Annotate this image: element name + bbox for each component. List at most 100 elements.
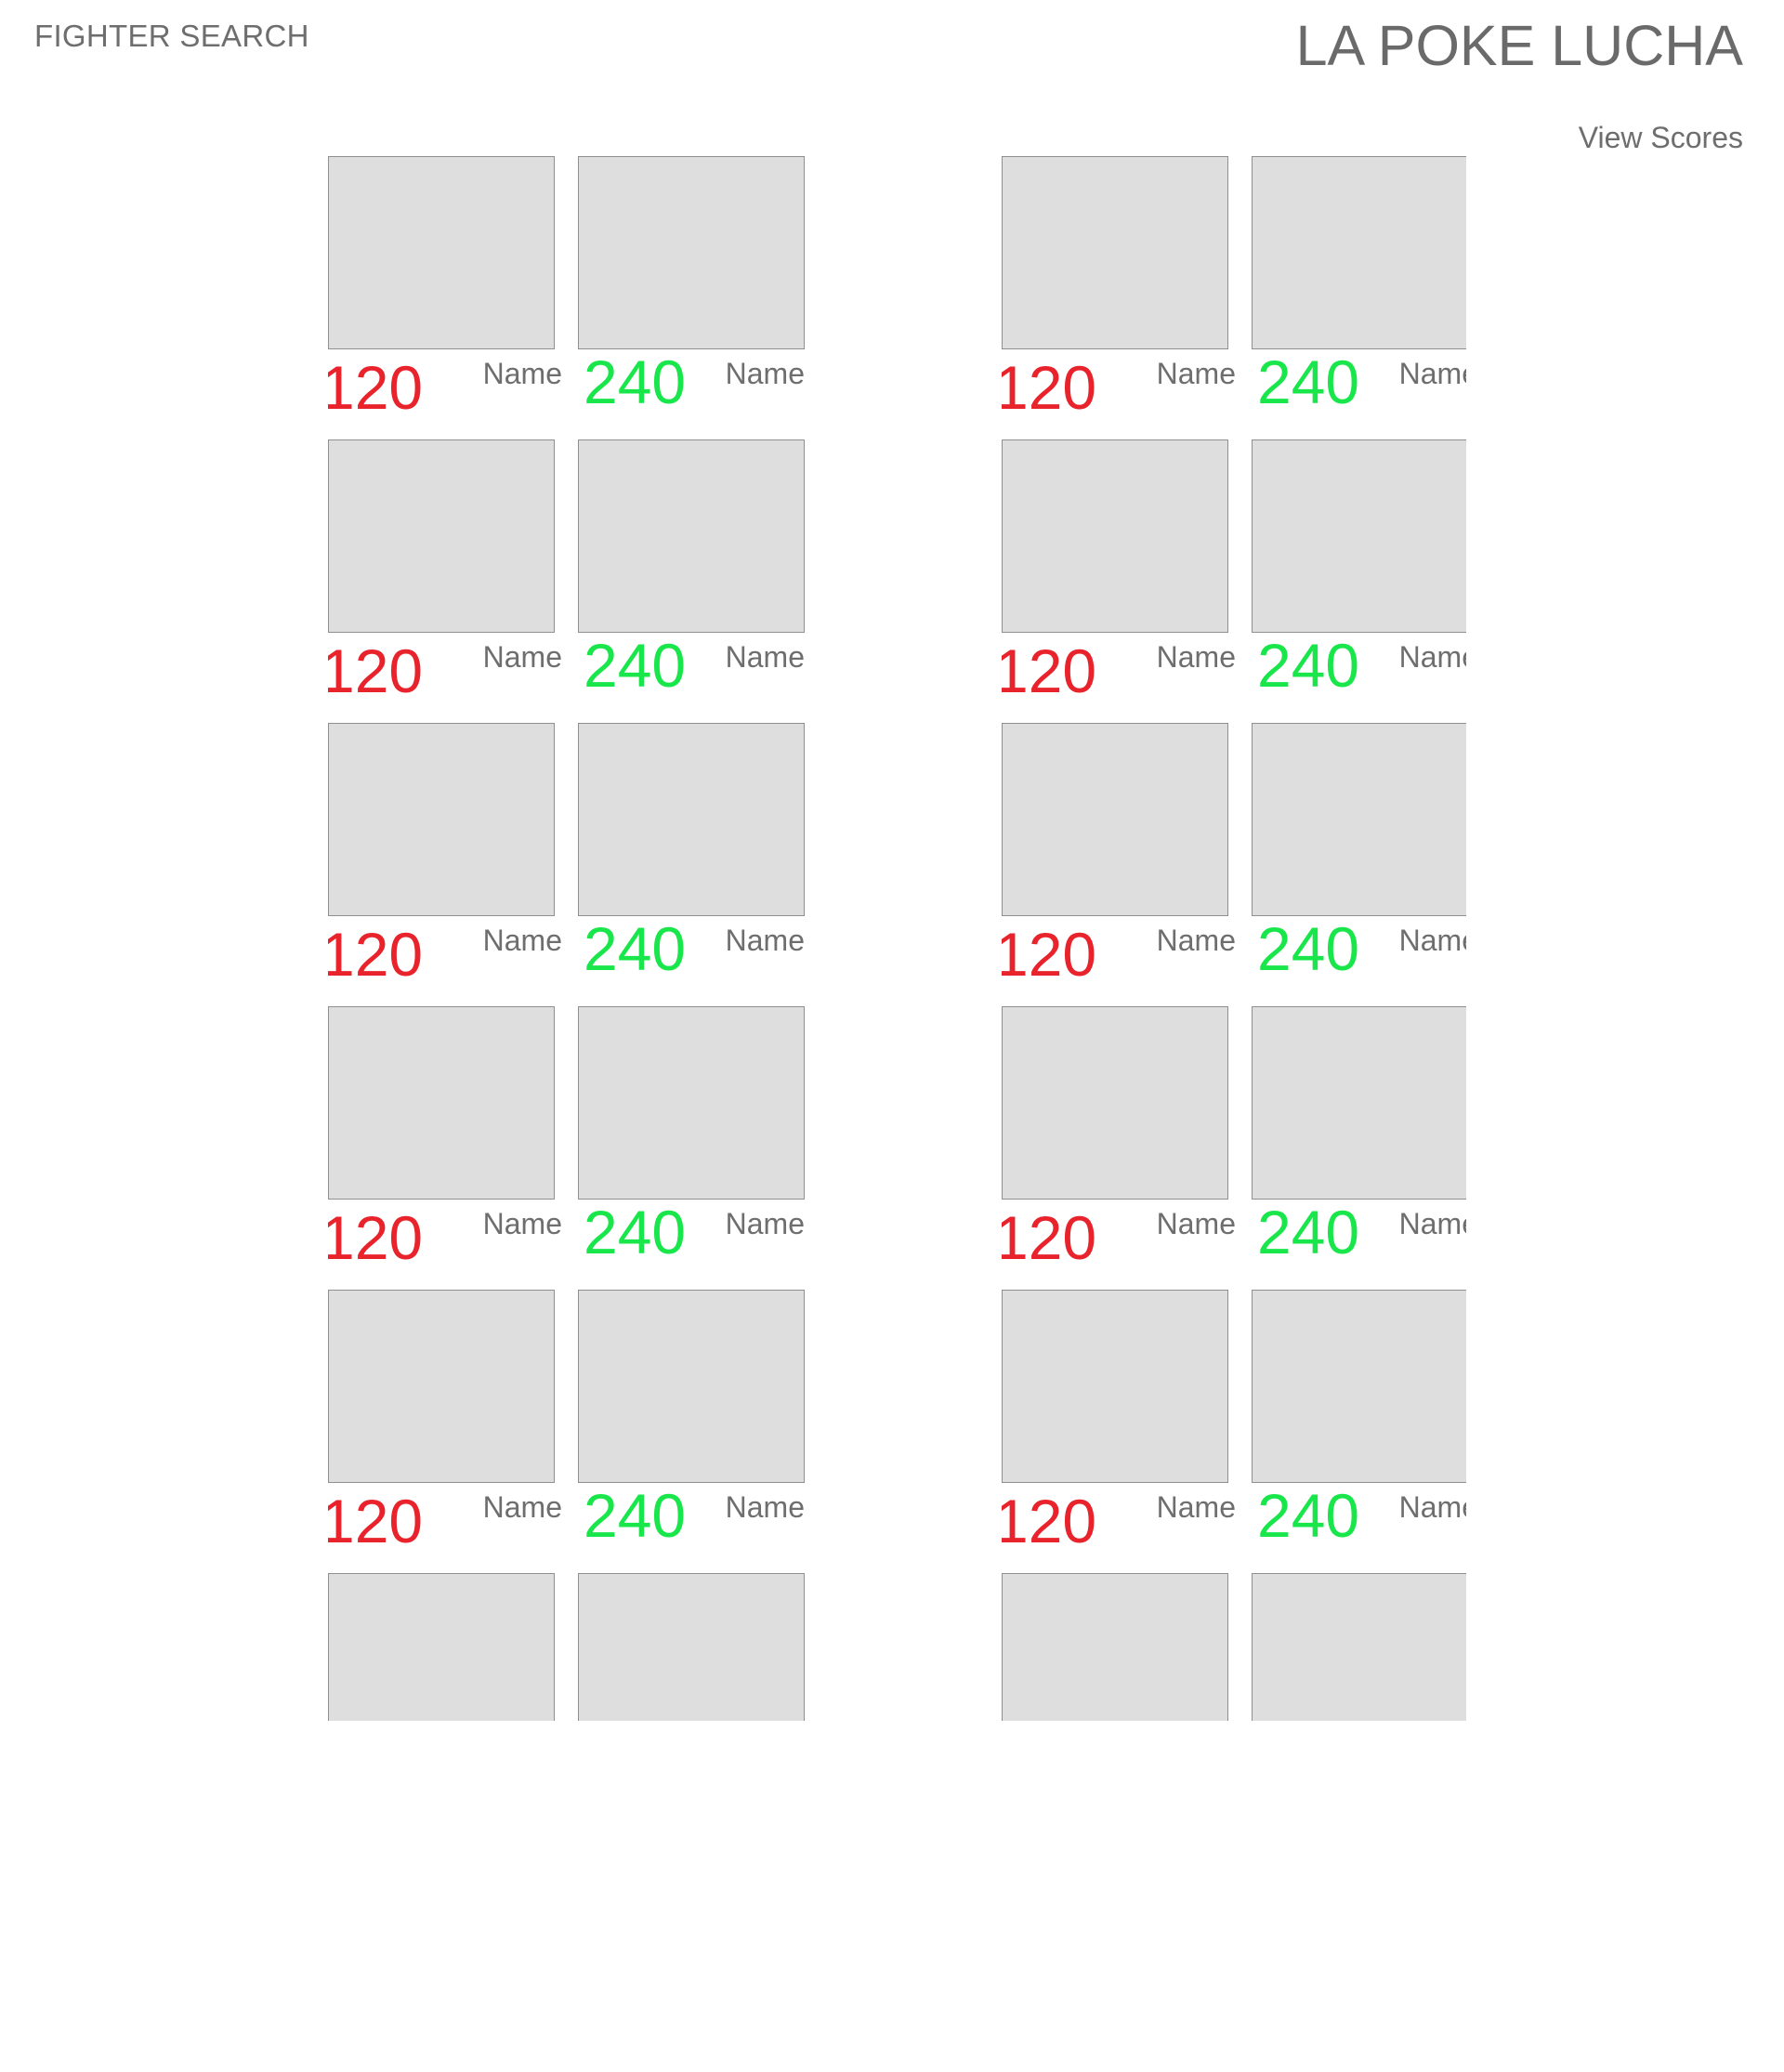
fighter-name: Name [1156,357,1236,390]
fighter-name: Name [1156,924,1236,957]
fighter-score: 120 [328,1203,424,1272]
fighter-thumbnail[interactable] [1252,723,1466,916]
fighter-row: 120 Name 240 Name [1002,439,1466,723]
fighter-card[interactable]: 120 Name [328,1290,562,1573]
fighter-card[interactable]: 120 Name [1002,156,1236,439]
fighter-card[interactable]: 120 Name [328,439,562,723]
fighter-name: Name [1156,640,1236,674]
fighter-card[interactable]: 240 Name [578,439,805,723]
fighter-card[interactable]: 240 Name [1252,156,1466,439]
fighter-name: Name [482,1207,562,1240]
fighter-thumbnail[interactable] [1252,1006,1466,1200]
fighter-thumbnail[interactable] [1252,1290,1466,1483]
fighter-card[interactable]: 120 Name [1002,1290,1236,1573]
fighter-thumbnail[interactable] [328,723,555,916]
fighter-score: 240 [1257,1481,1360,1550]
fighter-row [328,1573,807,1721]
fighter-thumbnail[interactable] [1002,1290,1228,1483]
fighter-card[interactable]: 120 Name [1002,723,1236,1006]
fighter-name: Name [1398,640,1466,674]
fighter-card[interactable]: 120 Name [328,156,562,439]
fighter-row [1002,1573,1466,1721]
fighter-name: Name [1156,1490,1236,1524]
fighter-name: Name [1398,1207,1466,1240]
fighter-row: 120 Name 240 Name [328,723,807,1006]
fighter-card[interactable]: 240 Name [1252,439,1466,723]
fighter-score: 240 [584,914,687,983]
fighter-score: 240 [584,631,687,700]
fighter-thumbnail[interactable] [1002,156,1228,349]
fighter-thumbnail[interactable] [578,439,805,633]
fighter-card[interactable]: 240 Name [578,1290,805,1573]
fighter-score: 240 [584,1198,687,1266]
fighter-grid-right: 120 Name 240 Name 120 Name 240 Name 120 Name 240 Na… [1002,156,1466,1721]
fighter-score: 120 [328,353,424,422]
fighter-name: Name [725,1207,805,1240]
fighter-card[interactable]: 120 Name [328,1006,562,1290]
fighter-score: 120 [1002,636,1097,705]
fighter-score: 240 [1257,1198,1360,1266]
fighter-thumbnail[interactable] [578,156,805,349]
fighter-name: Name [1398,924,1466,957]
fighter-score: 120 [328,920,424,989]
fighter-row: 120 Name 240 Name [328,156,807,439]
fighter-thumbnail[interactable] [578,1006,805,1200]
fighter-name: Name [482,357,562,390]
fighter-card[interactable]: 120 Name [1002,1006,1236,1290]
fighter-thumbnail[interactable] [1002,439,1228,633]
fighter-thumbnail[interactable] [328,1573,555,1721]
fighter-search-link[interactable]: FIGHTER SEARCH [34,19,309,54]
fighter-name: Name [1398,1490,1466,1524]
fighter-card[interactable]: 120 Name [1002,439,1236,723]
fighter-card[interactable] [328,1573,555,1721]
fighter-row: 120 Name 240 Name [328,439,807,723]
fighter-score: 120 [1002,1487,1097,1555]
fighter-name: Name [725,640,805,674]
fighter-score: 240 [1257,631,1360,700]
fighter-grid-left: 120 Name 240 Name 120 Name 240 Name 120 Name 240 Na… [328,156,807,1721]
fighter-thumbnail[interactable] [1252,439,1466,633]
fighter-thumbnail[interactable] [1252,156,1466,349]
fighter-name: Name [725,1490,805,1524]
view-scores-link[interactable]: View Scores [1579,121,1743,155]
fighter-row: 120 Name 240 Name [328,1290,807,1573]
fighter-thumbnail[interactable] [1002,723,1228,916]
fighter-card[interactable]: 120 Name [328,723,562,1006]
fighter-score: 120 [328,1487,424,1555]
fighter-thumbnail[interactable] [1002,1573,1228,1721]
fighter-card[interactable]: 240 Name [1252,1006,1466,1290]
fighter-score: 120 [1002,353,1097,422]
fighter-score: 120 [1002,920,1097,989]
fighter-card[interactable]: 240 Name [1252,1290,1466,1573]
fighter-score: 240 [584,348,687,416]
fighter-row: 120 Name 240 Name [1002,1290,1466,1573]
fighter-row: 120 Name 240 Name [1002,723,1466,1006]
fighter-thumbnail[interactable] [1002,1006,1228,1200]
fighter-thumbnail[interactable] [328,1290,555,1483]
fighter-card[interactable]: 240 Name [578,723,805,1006]
fighter-score: 240 [1257,348,1360,416]
fighter-thumbnail[interactable] [578,723,805,916]
fighter-name: Name [1398,357,1466,390]
fighter-thumbnail[interactable] [1252,1573,1466,1721]
fighter-name: Name [1156,1207,1236,1240]
fighter-card[interactable]: 240 Name [578,156,805,439]
fighter-thumbnail[interactable] [328,1006,555,1200]
fighter-thumbnail[interactable] [578,1573,805,1721]
fighter-card[interactable] [1252,1573,1466,1721]
fighter-thumbnail[interactable] [578,1290,805,1483]
fighter-card[interactable]: 240 Name [1252,723,1466,1006]
fighter-name: Name [725,924,805,957]
fighter-score: 240 [584,1481,687,1550]
fighter-row: 120 Name 240 Name [1002,1006,1466,1290]
fighter-card[interactable] [1002,1573,1228,1721]
fighter-score: 120 [1002,1203,1097,1272]
app-title: LA POKE LUCHA [1295,14,1743,77]
fighter-name: Name [482,640,562,674]
fighter-thumbnail[interactable] [328,156,555,349]
fighter-thumbnail[interactable] [328,439,555,633]
fighter-card[interactable]: 240 Name [578,1006,805,1290]
fighter-card[interactable] [578,1573,805,1721]
fighter-row: 120 Name 240 Name [1002,156,1466,439]
fighter-name: Name [482,1490,562,1524]
